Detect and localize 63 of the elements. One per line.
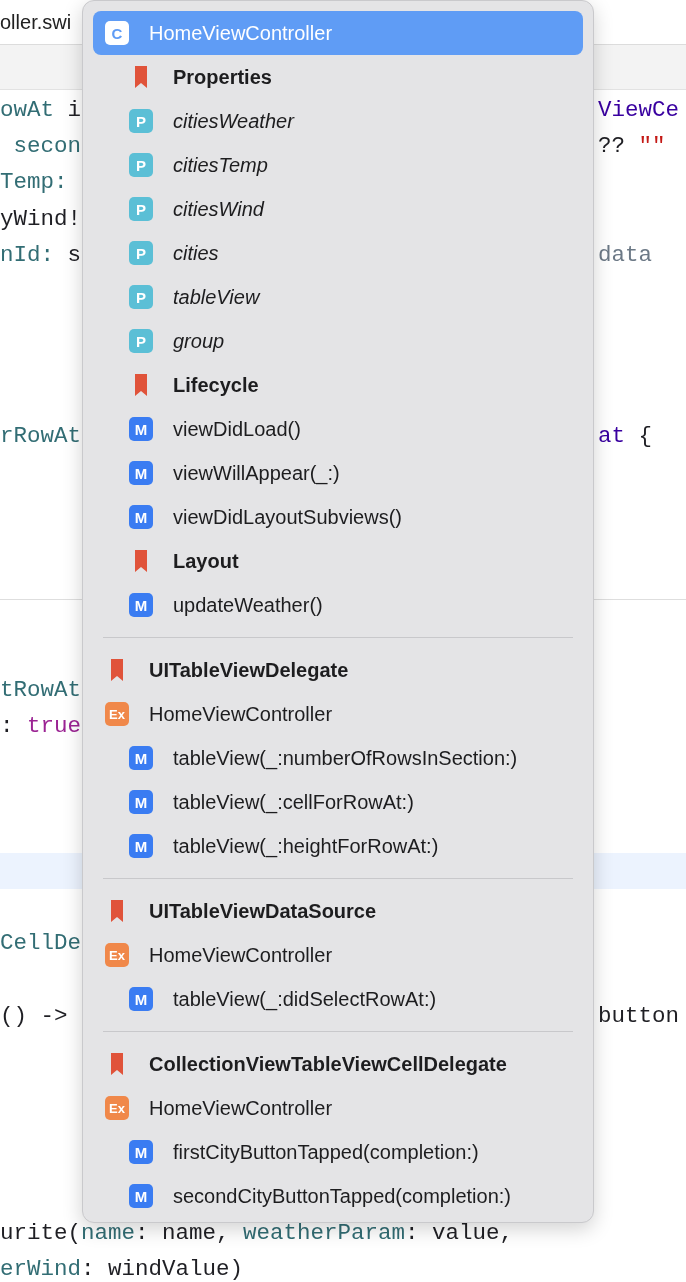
code-line: ViewCe	[598, 97, 679, 124]
method-badge-icon: M	[129, 461, 153, 485]
code-line: CellDe	[0, 930, 81, 957]
code-line: button	[598, 1002, 679, 1029]
code-line: nId: s	[0, 241, 82, 268]
symbol-menu-item[interactable]: Layout	[93, 539, 583, 583]
method-badge-icon: M	[129, 417, 153, 441]
code-line: rRowAt	[0, 422, 81, 449]
extension-badge-icon: Ex	[105, 943, 129, 967]
code-line: erWind: windValue)	[0, 1256, 244, 1282]
symbol-menu-item[interactable]: P tableView	[93, 275, 583, 319]
symbol-menu-item[interactable]: UITableViewDelegate	[93, 648, 583, 692]
symbol-menu-item[interactable]: Ex HomeViewController	[93, 692, 583, 736]
symbol-menu-item[interactable]: M tableView(_:didSelectRowAt:)	[93, 977, 583, 1021]
symbol-menu-item[interactable]: P citiesTemp	[93, 143, 583, 187]
method-badge-icon: M	[129, 1140, 153, 1164]
code-line: data	[598, 241, 652, 268]
symbol-menu-item[interactable]: M firstCityButtonTapped(completion:)	[93, 1130, 583, 1174]
symbol-menu-item[interactable]: M secondCityButtonTapped(completion:)	[93, 1174, 583, 1218]
method-badge-icon: M	[129, 746, 153, 770]
method-badge-icon: M	[129, 790, 153, 814]
symbol-menu-item[interactable]: P cities	[93, 231, 583, 275]
symbol-menu-item[interactable]: M updateWeather()	[93, 583, 583, 627]
code-line: ?? ""	[598, 133, 666, 160]
code-line: owAt i	[0, 97, 82, 124]
property-badge-icon: P	[129, 241, 153, 265]
property-badge-icon: P	[129, 109, 153, 133]
code-line: : true	[0, 713, 82, 740]
property-badge-icon: P	[129, 153, 153, 177]
property-badge-icon: P	[129, 197, 153, 221]
method-badge-icon: M	[129, 834, 153, 858]
code-line: yWind!	[0, 205, 81, 232]
code-line: () ->	[0, 1002, 68, 1029]
code-line: at {	[598, 422, 653, 449]
symbol-menu-item[interactable]: P citiesWeather	[93, 99, 583, 143]
code-line: urite(name: name, weatherParam: value,	[0, 1219, 514, 1246]
extension-badge-icon: Ex	[105, 1096, 129, 1120]
symbol-menu-item[interactable]: Ex HomeViewController	[93, 1086, 583, 1130]
symbol-menu-item[interactable]: P group	[93, 319, 583, 363]
method-badge-icon: M	[129, 1184, 153, 1208]
symbol-menu-item[interactable]: CollectionViewTableViewCellDelegate	[93, 1042, 583, 1086]
symbol-menu-item[interactable]: P citiesWind	[93, 187, 583, 231]
code-line: Temp:	[0, 169, 68, 196]
file-tab-title[interactable]: oller.swi	[0, 10, 72, 34]
symbol-menu-item[interactable]: Ex HomeViewController	[93, 933, 583, 977]
symbol-menu-item[interactable]: UITableViewDataSource	[93, 889, 583, 933]
code-line: tRowAt	[0, 677, 81, 704]
extension-badge-icon: Ex	[105, 702, 129, 726]
symbol-menu-item[interactable]: M tableView(_:numberOfRowsInSection:)	[93, 736, 583, 780]
class-badge-icon: C	[105, 21, 129, 45]
property-badge-icon: P	[129, 285, 153, 309]
property-badge-icon: P	[129, 329, 153, 353]
method-badge-icon: M	[129, 987, 153, 1011]
symbol-menu-item[interactable]: M viewWillAppear(_:)	[93, 451, 583, 495]
symbol-menu-item[interactable]: M tableView(_:cellForRowAt:)	[93, 780, 583, 824]
symbol-menu-item[interactable]: M tableView(_:heightForRowAt:)	[93, 824, 583, 868]
symbol-menu-item[interactable]: M viewDidLayoutSubviews()	[93, 495, 583, 539]
method-badge-icon: M	[129, 593, 153, 617]
code-line: secon	[12, 133, 81, 160]
symbol-menu-item[interactable]: Properties	[93, 55, 583, 99]
symbol-menu-item[interactable]: Lifecycle	[93, 363, 583, 407]
method-badge-icon: M	[129, 505, 153, 529]
symbol-menu-item[interactable]: M viewDidLoad()	[93, 407, 583, 451]
